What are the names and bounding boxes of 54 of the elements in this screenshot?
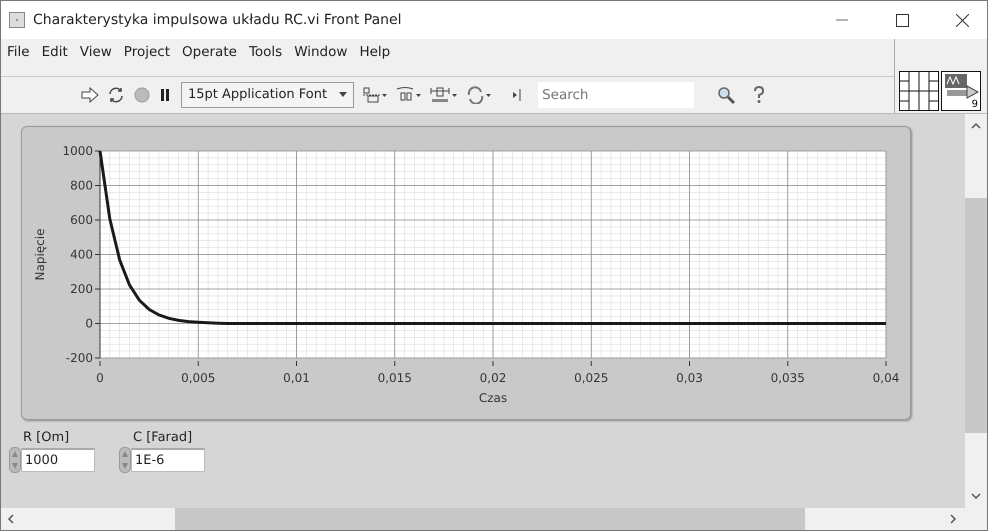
x-tick-label: 0 (96, 371, 104, 385)
y-tick-label: 400 (70, 248, 93, 262)
y-tick-label: -200 (66, 351, 93, 365)
align-objects-icon[interactable] (362, 86, 388, 104)
control-label: R [Om] (23, 430, 70, 445)
menu-item[interactable]: View (74, 42, 118, 62)
menu-item[interactable]: Help (353, 42, 396, 62)
x-tick-label: 0,04 (872, 371, 900, 385)
caret-icon (339, 92, 348, 97)
y-axis-title: Napięcie (33, 228, 47, 280)
horizontal-scrollbar-thumb[interactable] (175, 508, 805, 530)
run-continuously-icon[interactable] (107, 86, 125, 104)
menu-item[interactable]: Window (288, 42, 354, 62)
control-label: C [Farad] (133, 430, 192, 445)
window-title: Charakterystyka impulsowa układu RC.vi Front Panel (33, 12, 403, 28)
numeric-field[interactable]: 1E-6 (131, 448, 205, 472)
help-icon[interactable] (752, 86, 766, 104)
scroll-down-icon[interactable] (971, 492, 981, 500)
y-tick-label: 0 (85, 316, 93, 330)
numeric-field[interactable]: 1000 (21, 448, 95, 472)
scroll-up-icon[interactable] (971, 122, 981, 130)
x-tick-label: 0,025 (574, 371, 608, 385)
app-icon (9, 12, 25, 28)
y-tick-label: 1000 (62, 144, 93, 158)
menu-item[interactable]: Project (118, 42, 176, 62)
y-tick-label: 800 (70, 178, 93, 192)
x-tick-label: 0,015 (378, 371, 412, 385)
maximize-icon[interactable] (896, 14, 908, 26)
resize-objects-icon[interactable] (430, 86, 458, 104)
x-tick-label: 0,03 (676, 371, 703, 385)
menu-item[interactable]: Tools (242, 42, 288, 62)
menu-item[interactable]: Edit (36, 42, 74, 62)
x-tick-label: 0,02 (480, 371, 506, 385)
x-tick-label: 0,01 (283, 371, 310, 385)
scroll-left-icon[interactable] (7, 514, 15, 524)
pause-icon[interactable] (159, 88, 171, 102)
distribute-objects-icon[interactable] (396, 86, 422, 104)
search-icon[interactable] (716, 84, 736, 104)
menu-item[interactable]: File (1, 42, 36, 62)
vertical-scrollbar-thumb[interactable] (965, 198, 987, 433)
x-tick-label: 0,035 (770, 371, 805, 385)
close-icon[interactable] (956, 14, 968, 26)
y-tick-label: 200 (70, 282, 93, 296)
x-tick-label: 0,005 (181, 371, 216, 385)
connector-pane-icon[interactable] (899, 71, 939, 111)
y-tick-label: 600 (70, 213, 93, 227)
run-arrow-icon[interactable] (81, 86, 99, 102)
x-axis-title: Czas (478, 391, 508, 405)
font-dropdown[interactable]: 15pt Application Font (181, 82, 354, 108)
menu-item[interactable]: Operate (176, 42, 243, 62)
search-toggle-icon[interactable] (512, 88, 522, 102)
search-field[interactable]: Search (538, 82, 694, 108)
scroll-right-icon[interactable] (949, 514, 957, 524)
vi-icon[interactable]: 9 (941, 71, 981, 111)
